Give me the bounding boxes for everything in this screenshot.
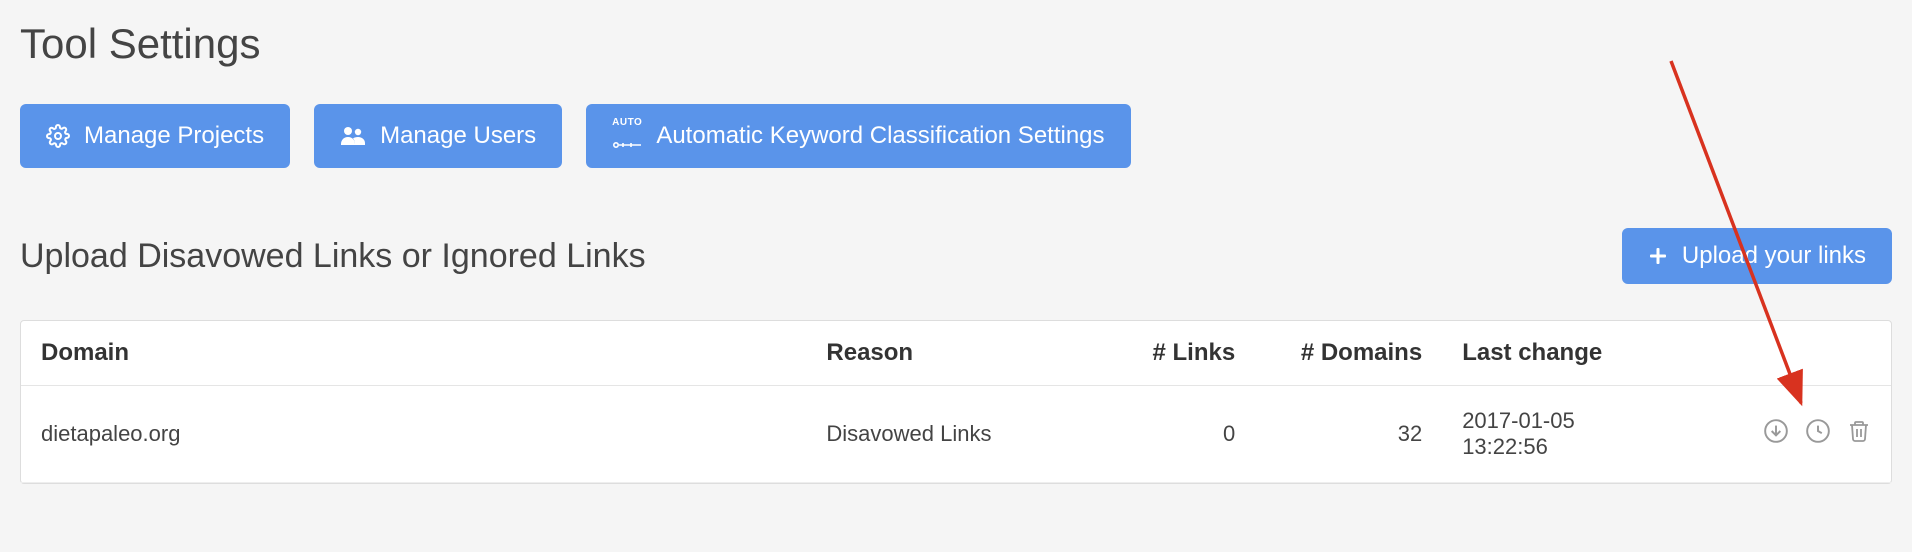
upload-links-label: Upload your links bbox=[1682, 242, 1866, 270]
gear-icon bbox=[46, 124, 70, 148]
col-header-lastchange: Last change bbox=[1442, 321, 1685, 386]
section-title: Upload Disavowed Links or Ignored Links bbox=[20, 237, 646, 276]
manage-users-button[interactable]: Manage Users bbox=[314, 104, 562, 168]
page-title: Tool Settings bbox=[20, 20, 1892, 68]
cell-domain: dietapaleo.org bbox=[21, 386, 806, 483]
row-actions bbox=[1763, 418, 1871, 447]
col-header-links: # Links bbox=[1087, 321, 1255, 386]
history-button[interactable] bbox=[1805, 418, 1831, 447]
auto-keyword-settings-button[interactable]: AUTO Automatic Keyword Classification Se… bbox=[586, 104, 1130, 168]
download-button[interactable] bbox=[1763, 418, 1789, 447]
cell-domains: 32 bbox=[1255, 386, 1442, 483]
table-row: dietapaleo.org Disavowed Links 0 32 2017… bbox=[21, 386, 1891, 483]
table-header-row: Domain Reason # Links # Domains Last cha… bbox=[21, 321, 1891, 386]
col-header-domain: Domain bbox=[21, 321, 806, 386]
manage-users-label: Manage Users bbox=[380, 122, 536, 150]
col-header-reason: Reason bbox=[806, 321, 1087, 386]
toolbar: Manage Projects Manage Users AUTO bbox=[20, 104, 1892, 168]
section-header: Upload Disavowed Links or Ignored Links … bbox=[20, 228, 1892, 284]
cell-reason: Disavowed Links bbox=[806, 386, 1087, 483]
manage-projects-button[interactable]: Manage Projects bbox=[20, 104, 290, 168]
cell-links: 0 bbox=[1087, 386, 1255, 483]
clock-icon bbox=[1805, 418, 1831, 447]
col-header-domains: # Domains bbox=[1255, 321, 1442, 386]
links-table: Domain Reason # Links # Domains Last cha… bbox=[20, 320, 1892, 484]
col-header-actions bbox=[1685, 321, 1891, 386]
auto-keyword-label: Automatic Keyword Classification Setting… bbox=[656, 122, 1104, 150]
users-icon bbox=[340, 124, 366, 148]
delete-button[interactable] bbox=[1847, 418, 1871, 447]
download-icon bbox=[1763, 418, 1789, 447]
plus-icon bbox=[1648, 246, 1668, 266]
upload-links-button[interactable]: Upload your links bbox=[1622, 228, 1892, 284]
trash-icon bbox=[1847, 418, 1871, 447]
auto-icon: AUTO bbox=[612, 118, 642, 154]
manage-projects-label: Manage Projects bbox=[84, 122, 264, 150]
cell-lastchange: 2017-01-05 13:22:56 bbox=[1442, 386, 1685, 483]
